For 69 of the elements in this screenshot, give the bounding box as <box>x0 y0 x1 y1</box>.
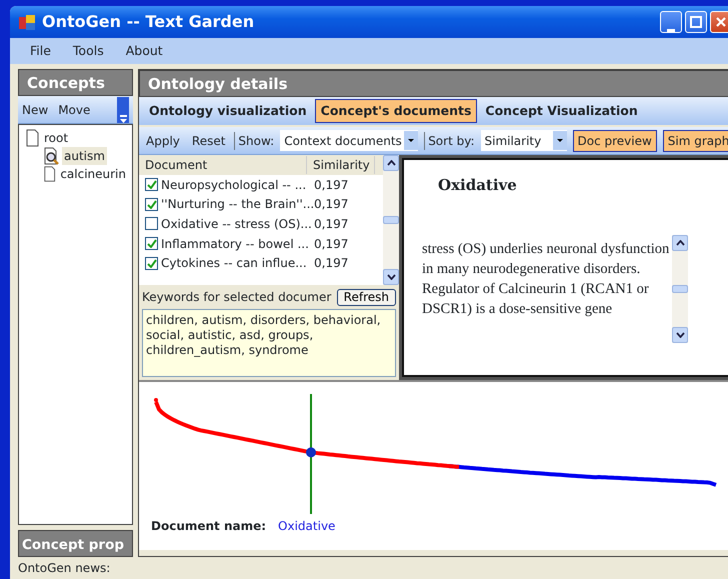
scroll-thumb[interactable] <box>383 216 399 224</box>
menu-item[interactable]: About <box>126 42 163 60</box>
caret-icon <box>408 139 414 142</box>
minimize-button[interactable] <box>660 11 682 33</box>
table-cell-text: Oxidative -- stress (OS)... <box>161 216 311 233</box>
show-dropdown[interactable]: Context documents <box>280 130 418 151</box>
checkbox[interactable] <box>145 178 158 192</box>
app-icon <box>18 14 36 30</box>
toolbar-button[interactable]: Move <box>58 100 90 118</box>
panel-header: Ontology details <box>139 70 728 97</box>
scroll-up-icon <box>386 160 396 166</box>
table-cell-text: Cytokines -- can influe... <box>161 255 308 272</box>
checkbox[interactable] <box>145 256 158 270</box>
show-label: Show: <box>234 132 274 150</box>
checkbox[interactable] <box>145 217 158 230</box>
scrollbar[interactable] <box>383 155 399 285</box>
toggle-button[interactable]: Sim graph <box>662 130 728 152</box>
panel-header: Concept prop <box>18 530 133 557</box>
table-cell-text: 0,197 <box>313 216 348 233</box>
sort-dropdown[interactable]: Similarity <box>480 130 566 151</box>
table-cell-text: 0,197 <box>313 176 348 194</box>
tab[interactable]: Concept's documents <box>314 98 478 124</box>
minimize-icon <box>667 29 675 32</box>
close-icon <box>715 16 727 28</box>
maximize-button[interactable] <box>685 11 707 33</box>
tree-item[interactable]: calcineurin <box>60 165 126 183</box>
toolbar-button[interactable]: Apply <box>143 132 183 150</box>
scroll-down-icon <box>386 274 396 280</box>
keywords-box: children, autism, disorders, behavioral, social, autistic, asd, groups, children_autism, syndrome <box>142 309 396 377</box>
menu-item[interactable]: File <box>30 42 51 60</box>
window-title: OntoGen -- Text Garden <box>42 11 254 33</box>
overflow-icon[interactable] <box>117 96 129 122</box>
toggle-button[interactable]: Doc preview <box>572 130 657 152</box>
search-document-icon <box>43 147 59 165</box>
scrollbar[interactable] <box>672 234 688 342</box>
sort-label: Sort by: <box>424 132 474 150</box>
table-cell-text: ''Nurturing -- the Brain''... <box>161 196 311 214</box>
scroll-up-icon <box>676 240 684 246</box>
tab[interactable]: Concept Visualization <box>479 98 644 124</box>
tab[interactable]: Ontology visualization <box>143 98 313 124</box>
tree-item[interactable]: root <box>44 129 68 147</box>
tree-item[interactable]: autism <box>62 147 107 165</box>
close-button[interactable] <box>710 11 728 33</box>
preview-title: Oxidative <box>438 175 518 196</box>
refresh-button[interactable]: Refresh <box>336 288 396 306</box>
document-name-label: Document name: <box>151 518 266 535</box>
table-cell-text: Inflammatory -- bowel ... <box>161 236 310 253</box>
toolbar-button[interactable]: Reset <box>188 132 228 150</box>
column-header[interactable]: Similarity <box>307 156 375 174</box>
caret-icon <box>556 139 562 142</box>
table-cell-text: 0,197 <box>313 196 348 214</box>
toolbar-button[interactable]: New <box>22 100 48 118</box>
status-text: OntoGen news: <box>18 560 110 577</box>
document-icon <box>43 165 58 183</box>
panel-header: Concepts <box>18 69 133 96</box>
preview-text: stress (OS) underlies neuronal dysfunction in many neurodegenerative disorders. Regulator of Calcineurin 1 (RCAN1 or DSCR1) is a dose-sensitive gene <box>422 240 670 318</box>
scroll-down-icon <box>676 332 684 338</box>
table-cell-text: 0,197 <box>313 255 348 272</box>
keywords-label: Keywords for selected documer <box>142 289 332 306</box>
document-name-value: Oxidative <box>278 518 336 535</box>
document-icon <box>25 129 41 147</box>
table-cell-text: Neuropsychological -- ... <box>161 176 308 194</box>
scroll-thumb[interactable] <box>672 284 688 292</box>
table-cell-text: 0,197 <box>313 236 348 253</box>
checkbox[interactable] <box>145 198 158 211</box>
column-header[interactable]: Document <box>139 156 307 174</box>
checkbox[interactable] <box>145 237 158 250</box>
menu-item[interactable]: Tools <box>72 42 104 60</box>
maximize-icon <box>690 16 702 28</box>
